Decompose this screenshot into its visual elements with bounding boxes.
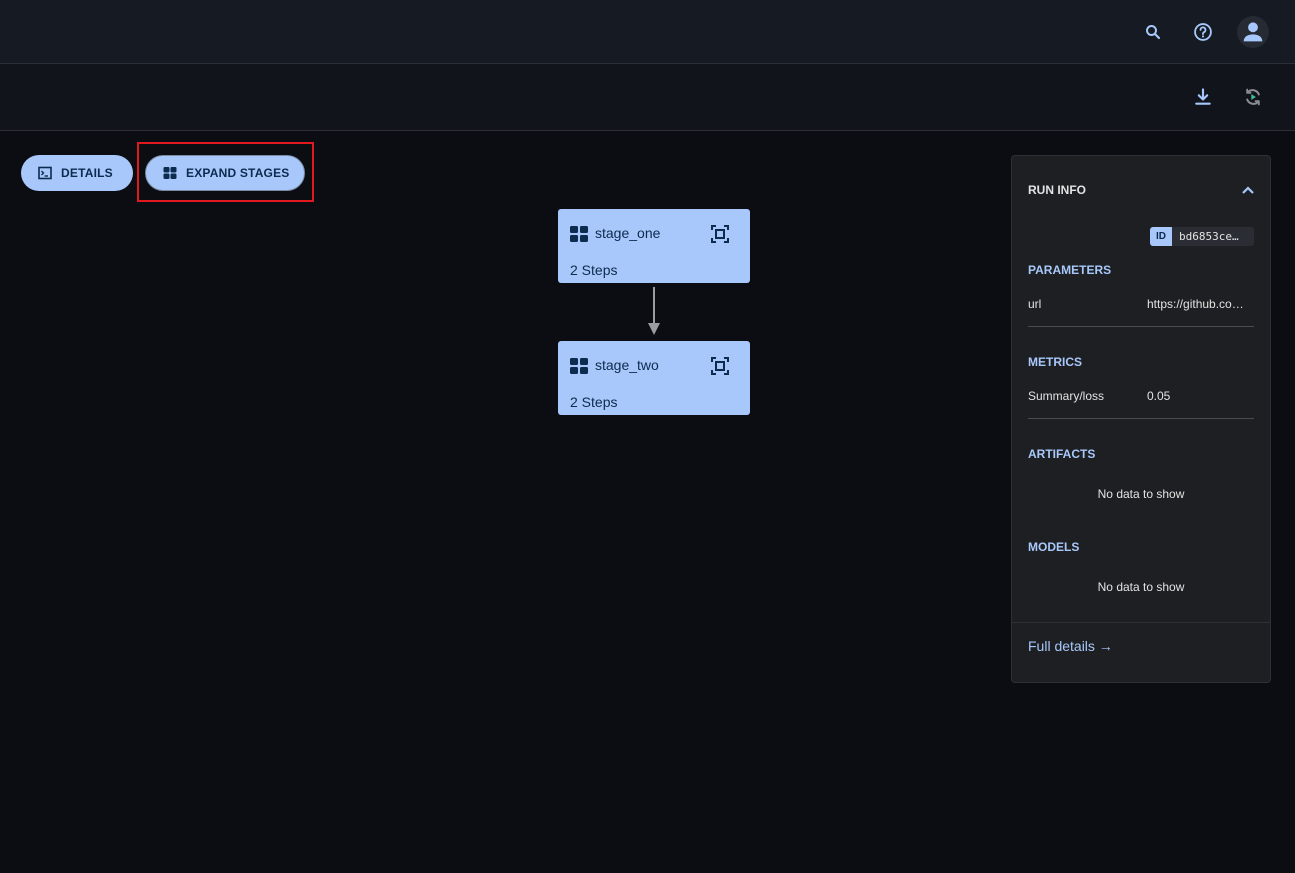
details-label: DETAILS — [61, 166, 113, 180]
id-tag: ID — [1150, 227, 1172, 246]
artifacts-empty-text: No data to show — [1097, 487, 1185, 501]
panel-divider — [1012, 622, 1270, 623]
account-button[interactable] — [1237, 16, 1269, 48]
stage-node[interactable]: stage_two 2 Steps — [558, 341, 750, 415]
rerun-icon — [1246, 88, 1260, 106]
rerun-button[interactable] — [1241, 85, 1265, 109]
help-button[interactable] — [1191, 20, 1215, 44]
download-icon — [1195, 88, 1211, 105]
stage-connector-arrow — [648, 287, 660, 335]
details-button[interactable]: DETAILS — [21, 155, 133, 191]
stage-steps: 2 Steps — [570, 262, 618, 278]
run-id-value: bd6853ce… — [1179, 230, 1239, 243]
expand-stages-button[interactable]: EXPAND STAGES — [145, 155, 305, 191]
stage-node[interactable]: stage_one 2 Steps — [558, 209, 750, 283]
search-icon — [1146, 25, 1161, 40]
artifacts-heading: ARTIFACTS — [1028, 447, 1096, 461]
run-info-panel: RUN INFO ID bd6853ce… PARAMETERS url htt… — [1011, 155, 1271, 683]
metric-key: Summary/loss — [1028, 389, 1105, 403]
terminal-icon — [38, 166, 52, 180]
stage-icon — [570, 358, 588, 379]
models-empty-text: No data to show — [1097, 580, 1185, 594]
parameter-row: url https://github.co… — [1028, 297, 1254, 327]
stage-name: stage_one — [595, 225, 661, 241]
search-button[interactable] — [1141, 20, 1165, 44]
metric-value: 0.05 — [1147, 389, 1171, 403]
expand-stages-label: EXPAND STAGES — [186, 166, 290, 180]
metrics-heading: METRICS — [1028, 355, 1082, 369]
download-button[interactable] — [1191, 85, 1215, 109]
stage-icon — [570, 226, 588, 247]
help-icon — [1194, 23, 1212, 41]
full-details-link[interactable]: Full details → — [1028, 638, 1113, 654]
parameter-key: url — [1028, 297, 1042, 311]
grid-icon — [163, 166, 177, 180]
run-id-chip[interactable]: ID bd6853ce… — [1150, 227, 1254, 246]
models-heading: MODELS — [1028, 540, 1080, 554]
account-icon — [1243, 22, 1263, 42]
focus-stage-icon[interactable] — [710, 356, 730, 381]
parameter-value: https://github.co… — [1147, 297, 1244, 311]
chevron-up-icon[interactable] — [1241, 182, 1255, 200]
stage-steps: 2 Steps — [570, 394, 618, 410]
stage-name: stage_two — [595, 357, 659, 373]
focus-stage-icon[interactable] — [710, 224, 730, 249]
metric-row: Summary/loss 0.05 — [1028, 389, 1254, 419]
run-info-title: RUN INFO — [1028, 183, 1086, 197]
run-toolbar — [0, 64, 1295, 131]
top-app-bar — [0, 0, 1295, 64]
parameters-heading: PARAMETERS — [1028, 263, 1112, 277]
